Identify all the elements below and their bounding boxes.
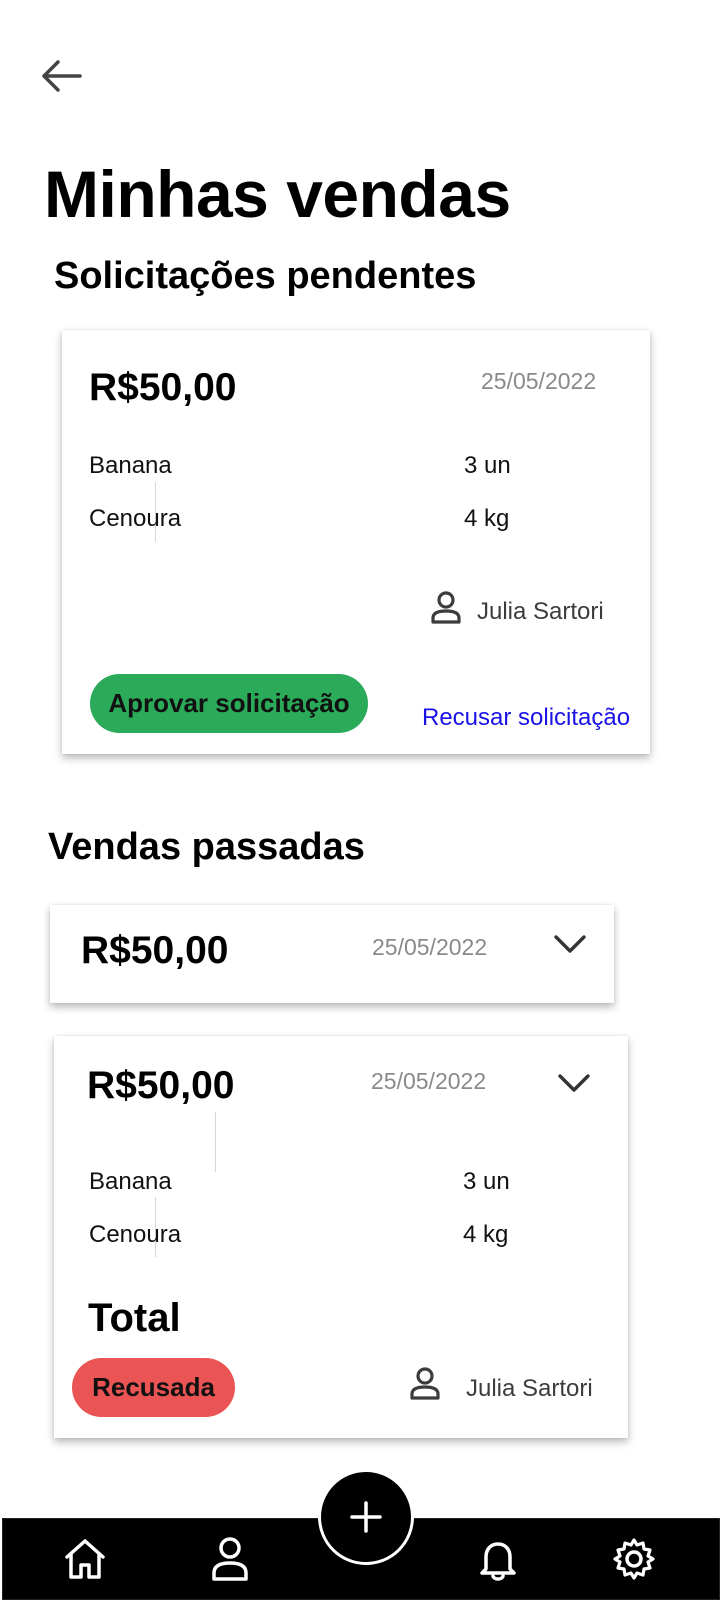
customer-name: Julia Sartori <box>466 1375 593 1402</box>
total-label: Total <box>88 1296 181 1340</box>
sale-price: R$50,00 <box>81 929 229 972</box>
status-badge: Recusada <box>72 1358 235 1417</box>
sale-price: R$50,00 <box>89 366 237 409</box>
pending-request-card: R$50,00 25/05/2022 Banana 3 un Cenoura 4… <box>62 330 650 754</box>
nav-profile[interactable] <box>206 1535 254 1583</box>
bell-icon <box>480 1542 516 1581</box>
item-name: Cenoura <box>89 505 182 532</box>
sale-price: R$50,00 <box>87 1064 235 1107</box>
item-name: Banana <box>89 1168 172 1195</box>
nav-notifications[interactable] <box>474 1535 522 1583</box>
back-button[interactable] <box>38 56 86 96</box>
divider <box>215 1112 216 1172</box>
collapse-toggle[interactable] <box>556 1070 592 1096</box>
nav-home[interactable] <box>61 1535 109 1583</box>
arrow-left-icon <box>42 60 82 92</box>
chevron-down-icon <box>554 935 586 953</box>
past-sale-card-collapsed[interactable]: R$50,00 25/05/2022 <box>50 905 614 1003</box>
item-name: Cenoura <box>89 1221 182 1248</box>
nav-settings[interactable] <box>610 1535 658 1583</box>
item-quantity: 4 kg <box>463 1221 509 1248</box>
page-title: Minhas vendas <box>44 157 511 231</box>
approve-request-button[interactable]: Aprovar solicitação <box>90 674 368 733</box>
reject-request-link[interactable]: Recusar solicitação <box>422 704 630 732</box>
sale-date: 25/05/2022 <box>481 368 597 394</box>
past-sales-section-title: Vendas passadas <box>48 826 365 868</box>
home-icon <box>65 1539 105 1579</box>
user-icon <box>430 590 462 624</box>
item-name: Banana <box>89 452 172 479</box>
sale-date: 25/05/2022 <box>372 934 488 960</box>
item-quantity: 4 kg <box>464 505 510 532</box>
sale-date: 25/05/2022 <box>371 1068 487 1094</box>
chevron-down-icon <box>558 1074 590 1092</box>
pending-section-title: Solicitações pendentes <box>54 255 477 297</box>
item-quantity: 3 un <box>464 452 511 479</box>
item-quantity: 3 un <box>463 1168 510 1195</box>
gear-icon <box>613 1538 655 1580</box>
expand-toggle[interactable] <box>552 931 588 957</box>
past-sale-card-expanded: R$50,00 25/05/2022 Banana 3 un Cenoura 4… <box>54 1036 628 1438</box>
add-button[interactable] <box>318 1469 414 1565</box>
user-icon <box>212 1537 248 1581</box>
plus-icon <box>350 1501 382 1533</box>
customer-name: Julia Sartori <box>477 598 604 625</box>
user-icon <box>409 1366 441 1400</box>
